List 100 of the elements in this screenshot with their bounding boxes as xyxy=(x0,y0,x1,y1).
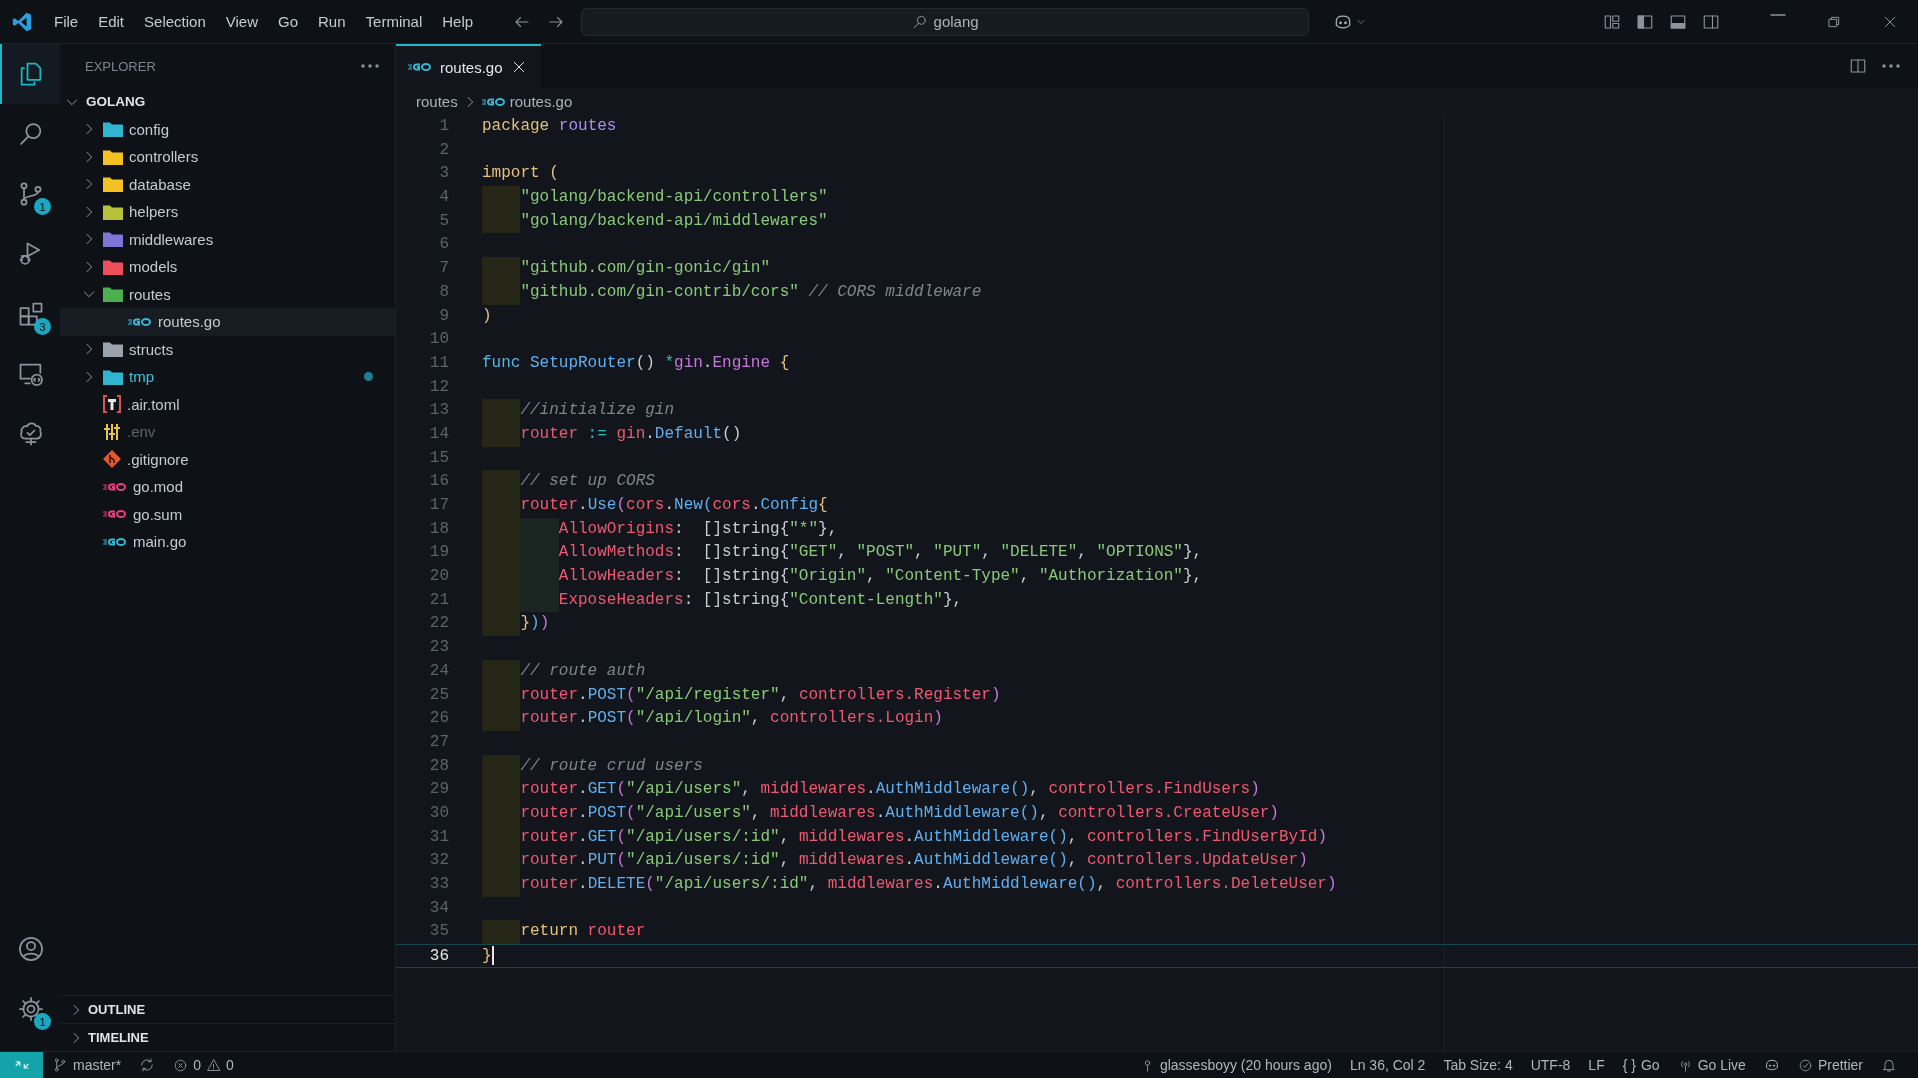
code-line: //initialize gin xyxy=(520,400,675,422)
branch-status[interactable]: master* xyxy=(43,1052,131,1078)
code-line: })) xyxy=(520,613,550,635)
status-item[interactable]: LF xyxy=(1579,1052,1614,1078)
code-line: "golang/backend-api/controllers" xyxy=(520,187,828,209)
indent-guide xyxy=(482,920,521,945)
line-number: 1 xyxy=(438,116,450,137)
code-line: AllowMethods: []string{"GET", "POST", "PUT", "DELETE", "OPTIONS"}, xyxy=(558,542,1203,564)
line-number: 9 xyxy=(438,305,450,327)
tree-item[interactable]: go.mod xyxy=(60,473,395,501)
code-line: "github.com/gin-contrib/cors" // CORS middleware xyxy=(520,281,982,303)
folder-name: controllers xyxy=(129,148,199,166)
breadcrumb[interactable]: routes xyxy=(416,93,458,110)
tree-item[interactable]: GOLANG xyxy=(60,88,395,116)
status-item[interactable]: UTF-8 xyxy=(1521,1052,1580,1078)
menu-item[interactable]: Edit xyxy=(88,9,135,34)
tree-item[interactable]: helpers xyxy=(60,198,395,226)
more-icon xyxy=(361,64,379,68)
search-field[interactable]: golang xyxy=(581,7,1310,36)
menu-item[interactable]: Selection xyxy=(134,9,216,34)
file-name: main.go xyxy=(133,533,187,551)
line-number: 25 xyxy=(428,684,450,706)
activity-button[interactable]: 1 xyxy=(0,164,60,224)
code-line: router := gin.Default() xyxy=(520,423,742,445)
status-item[interactable]: Go Live xyxy=(1668,1052,1755,1078)
section-title: TIMELINE xyxy=(88,1030,149,1045)
go-file-icon xyxy=(481,95,506,108)
tree-item[interactable]: middlewares xyxy=(60,225,395,253)
tree-item[interactable]: models xyxy=(60,253,395,281)
menu-item[interactable]: Terminal xyxy=(355,9,433,34)
error-icon xyxy=(173,1057,189,1073)
activity-button[interactable]: 3 xyxy=(0,284,60,344)
breadcrumb[interactable]: routes.go xyxy=(509,93,573,110)
tree-item[interactable]: controllers xyxy=(60,143,395,171)
branch-icon xyxy=(52,1057,68,1073)
go-file-icon xyxy=(408,61,432,73)
tree-item[interactable]: tmp xyxy=(60,363,395,391)
line-number: 24 xyxy=(428,660,450,682)
folder-name: database xyxy=(129,175,191,193)
menu-item[interactable]: View xyxy=(215,9,268,34)
count-badge: 3 xyxy=(34,318,51,335)
file-name: routes.go xyxy=(158,313,221,331)
code-line: ExposeHeaders: []string{"Content-Length"}, xyxy=(558,589,963,611)
code-line: package routes xyxy=(482,116,617,137)
split-editor-icon xyxy=(1849,57,1867,75)
modified-dot xyxy=(364,372,373,382)
status-item[interactable]: { } Go xyxy=(1613,1052,1669,1078)
code-line: // route crud users xyxy=(520,755,703,777)
editor-tab[interactable]: routes.go xyxy=(396,44,541,88)
menu-item[interactable]: Help xyxy=(432,9,484,34)
code-line: } xyxy=(482,946,492,967)
folder-name: GOLANG xyxy=(86,94,146,110)
tree-item[interactable]: structs xyxy=(60,335,395,363)
activity-button[interactable] xyxy=(0,44,60,104)
activity-button[interactable]: 1 xyxy=(0,979,60,1039)
tree-icon xyxy=(17,420,45,448)
tree-item[interactable]: routes xyxy=(60,280,395,308)
line-number: 35 xyxy=(428,921,450,943)
line-number: 18 xyxy=(428,518,450,540)
braces-icon: { } xyxy=(1622,1057,1636,1073)
tree-item[interactable]: .gitignore xyxy=(60,445,395,473)
code-line: return router xyxy=(520,921,646,943)
tree-item[interactable]: config xyxy=(60,115,395,143)
line-number: 32 xyxy=(428,850,450,872)
line-number: 29 xyxy=(428,779,450,801)
problems-status[interactable]: 0 0 xyxy=(164,1052,243,1078)
line-number: 13 xyxy=(428,400,450,422)
menu-item[interactable]: File xyxy=(44,9,89,34)
line-number: 31 xyxy=(428,826,450,848)
section-header[interactable]: OUTLINE xyxy=(60,995,395,1023)
secondary-sidebar-icon xyxy=(1702,12,1720,31)
account-icon xyxy=(17,935,45,963)
tree-item[interactable]: database xyxy=(60,170,395,198)
menu-item[interactable]: Go xyxy=(268,9,308,34)
status-item[interactable]: Tab Size: 4 xyxy=(1434,1052,1522,1078)
status-item[interactable]: Ln 36, Col 2 xyxy=(1340,1052,1435,1078)
section-title: OUTLINE xyxy=(88,1002,146,1017)
file-name: .env xyxy=(127,423,156,441)
tree-item[interactable]: .air.toml xyxy=(60,390,395,418)
code-line: "github.com/gin-gonic/gin" xyxy=(520,258,771,280)
status-item[interactable]: glassesboyy (20 hours ago) xyxy=(1130,1052,1341,1078)
tree-item[interactable]: go.sum xyxy=(60,500,395,528)
line-number: 34 xyxy=(428,897,450,919)
panel-toggle-icon xyxy=(1669,12,1687,31)
count-badge: 1 xyxy=(34,1013,51,1030)
code-line: ) xyxy=(482,305,492,327)
code-line: router.Use(cors.New(cors.Config{ xyxy=(520,495,828,516)
menu-item[interactable]: Run xyxy=(308,9,356,34)
line-number: 14 xyxy=(428,423,450,445)
tree-item[interactable]: routes.go xyxy=(60,308,395,336)
tree-item[interactable]: main.go xyxy=(60,528,395,556)
line-number: 19 xyxy=(428,542,450,564)
panel-title: EXPLORER xyxy=(85,58,156,74)
code-line: "golang/backend-api/middlewares" xyxy=(520,210,828,232)
line-number: 12 xyxy=(428,376,450,398)
line-number: 21 xyxy=(428,589,450,611)
code-line: // set up CORS xyxy=(520,471,655,493)
code-line: router.PUT("/api/users/:id", middlewares.AuthMiddleware(), controllers.UpdateUser) xyxy=(520,850,1308,872)
sync-icon xyxy=(139,1057,156,1073)
status-item[interactable]: Prettier xyxy=(1788,1052,1872,1078)
